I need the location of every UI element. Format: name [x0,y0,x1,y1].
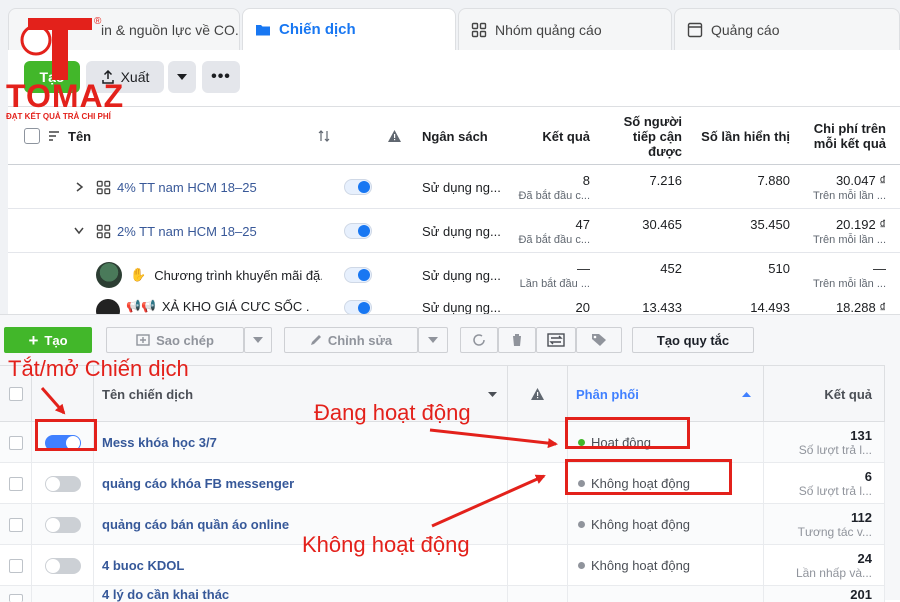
arrow-to-toggle [40,387,66,415]
arrow-to-active [429,428,558,449]
arrow-to-inactive [431,474,546,528]
annotation-arrows [40,387,558,528]
